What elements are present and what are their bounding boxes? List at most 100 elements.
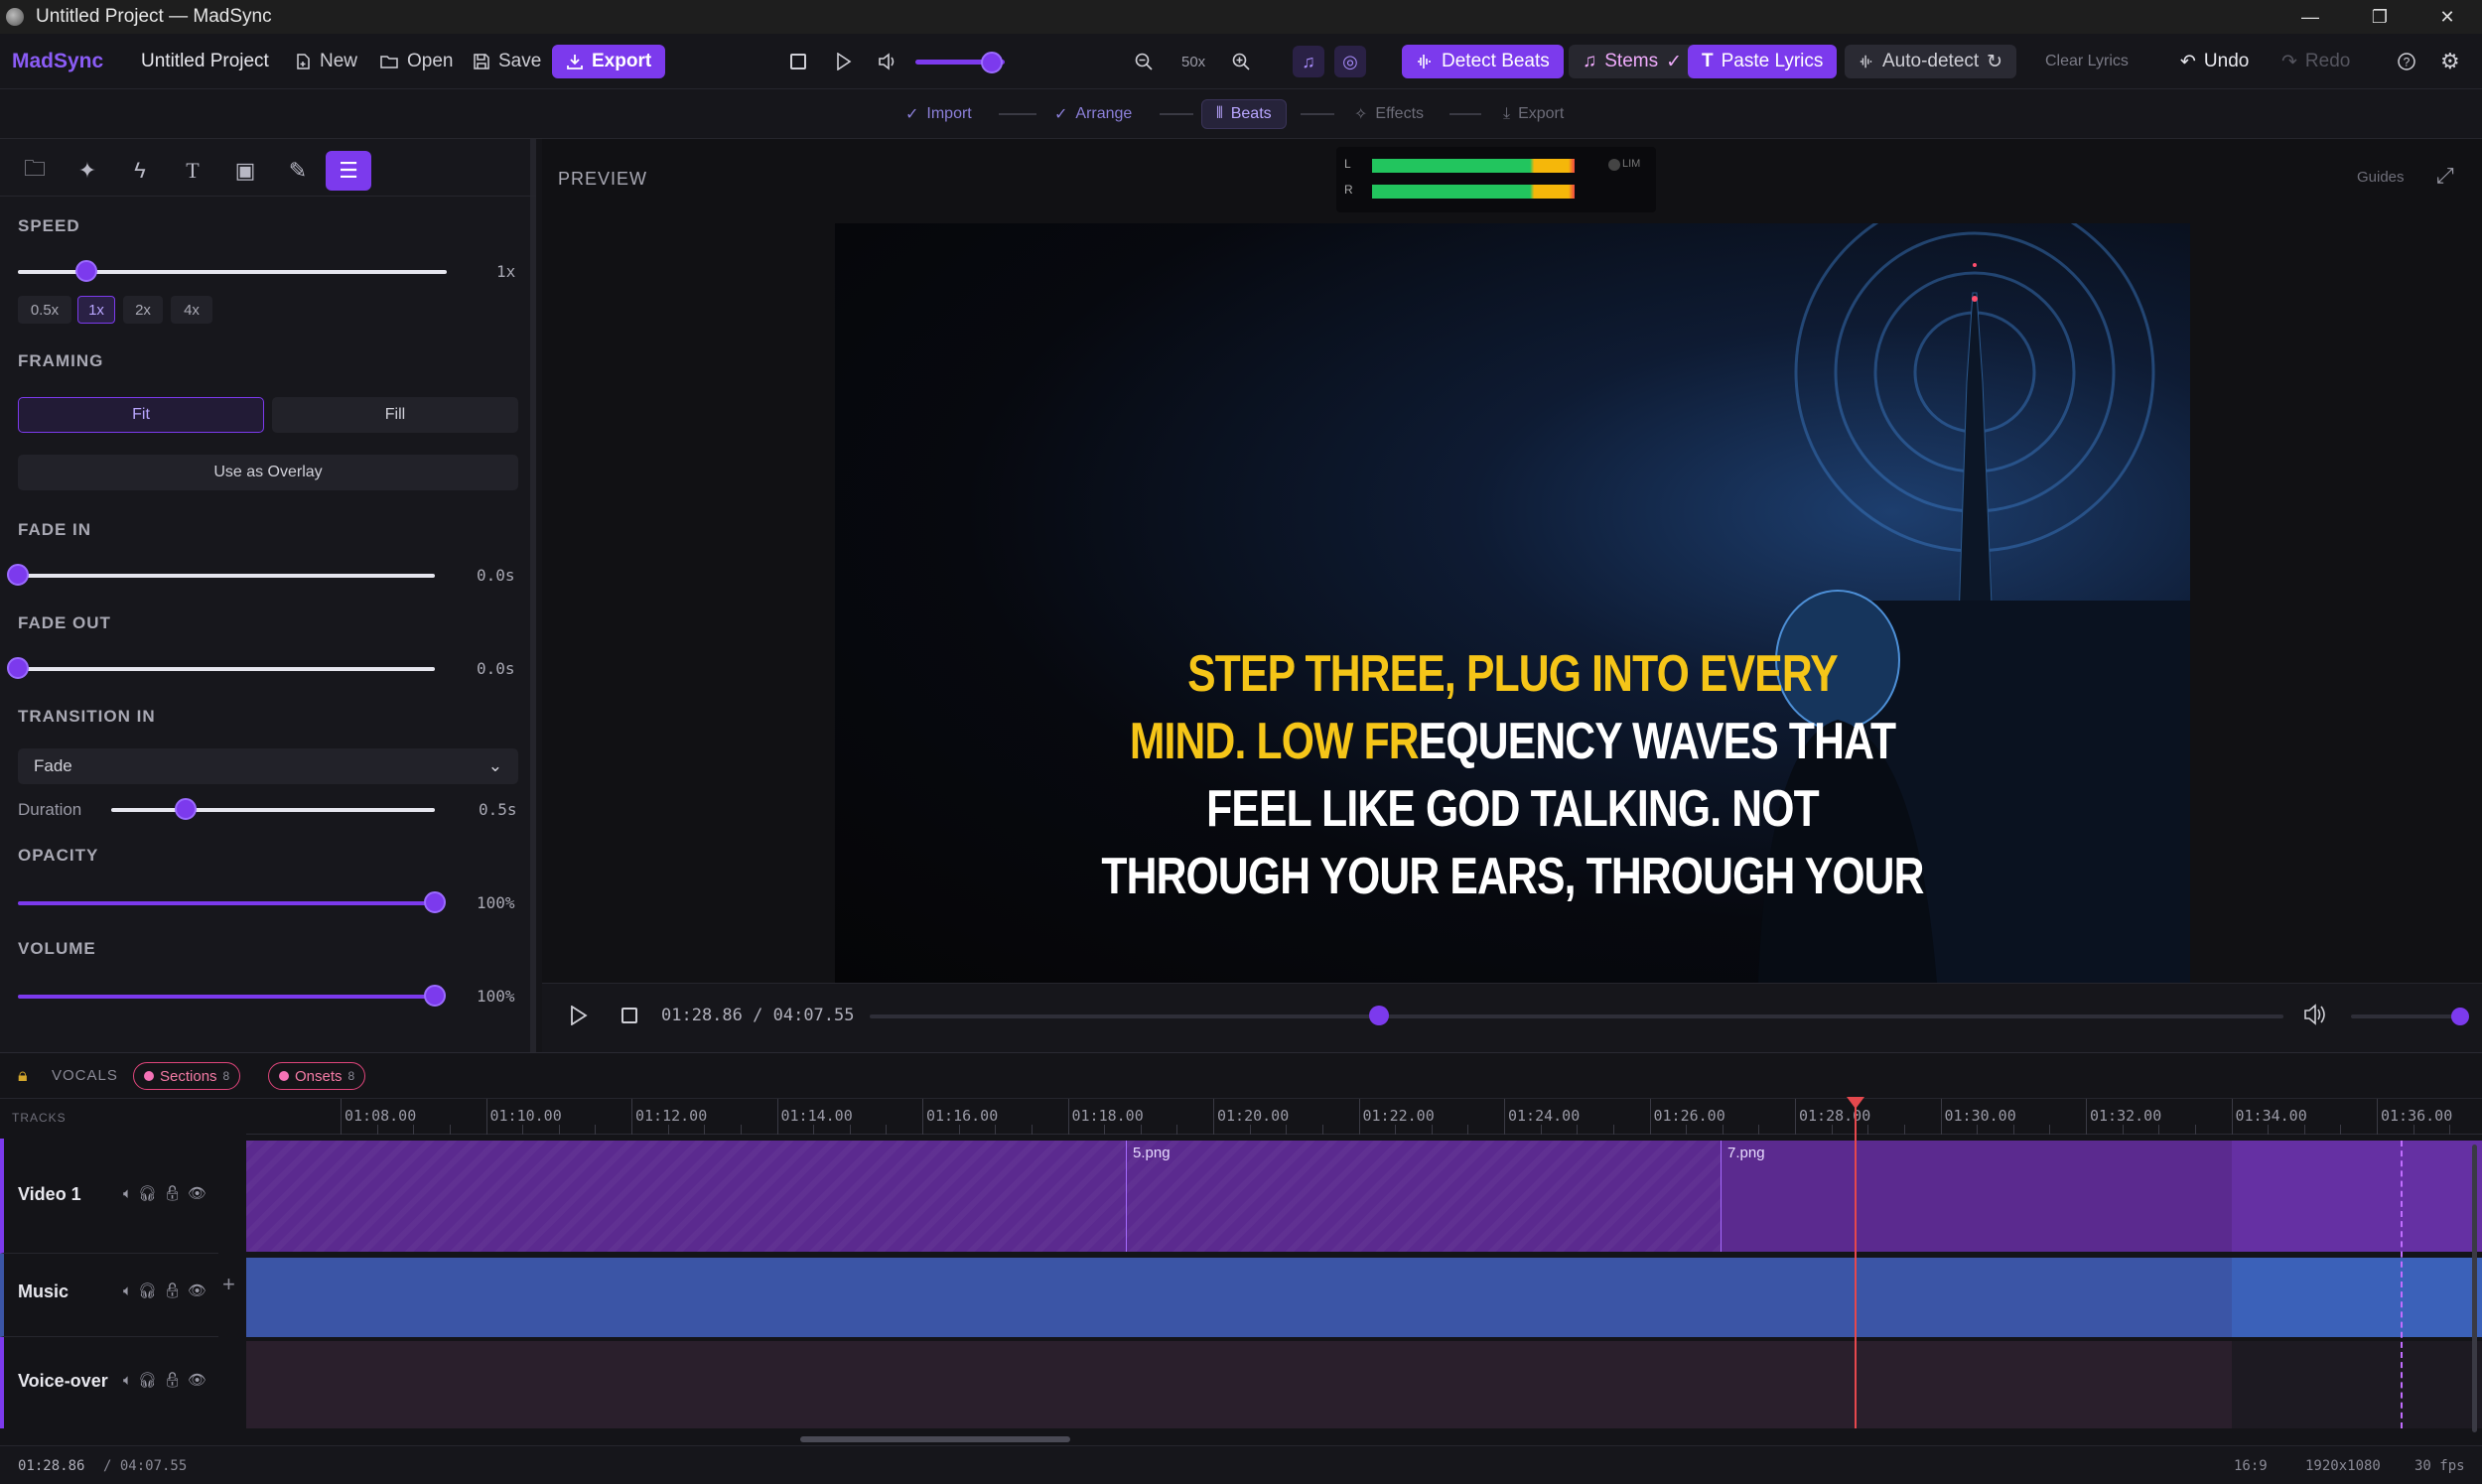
step-beats[interactable]: ⫴ Beats: [1201, 99, 1287, 129]
undo-button[interactable]: ↶ Undo: [2180, 34, 2249, 89]
speed-preset-4x[interactable]: 4x: [171, 296, 212, 324]
sections-toggle[interactable]: Sections 8: [133, 1062, 241, 1090]
track-controls[interactable]: 🔈︎🎧︎🔓︎👁︎: [123, 1371, 212, 1389]
fade-out-slider-knob[interactable]: [7, 657, 29, 679]
fade-in-slider-knob[interactable]: [7, 564, 29, 586]
speed-slider-knob[interactable]: [75, 260, 98, 282]
track-header-video-1[interactable]: Video 1 🔈︎🎧︎🔓︎👁︎: [0, 1139, 218, 1254]
radar-icon: ◎: [1342, 51, 1358, 71]
preview-volume-knob[interactable]: [2451, 1008, 2469, 1025]
fade-in-slider-track[interactable]: [18, 574, 435, 578]
ruler-minor-tick: [1431, 1125, 1433, 1135]
tab-media[interactable]: 🗀: [12, 151, 58, 191]
ruler-tick: [2086, 1099, 2087, 1135]
track-name: Music: [18, 1282, 69, 1301]
open-button[interactable]: Open: [379, 34, 453, 89]
detect-beats-button[interactable]: Detect Beats: [1402, 45, 1564, 78]
preview-volume-track[interactable]: [2351, 1014, 2460, 1018]
scrub-knob[interactable]: [1368, 1006, 1389, 1025]
ruler-minor-tick: [2268, 1125, 2270, 1135]
minimize-button[interactable]: —: [2275, 0, 2345, 34]
music-note-toggle[interactable]: ♫: [1293, 46, 1324, 77]
duration-slider-knob[interactable]: [174, 798, 197, 820]
speed-preset-1x[interactable]: 1x: [77, 296, 115, 324]
music-track-lane[interactable]: [246, 1258, 2482, 1337]
track-header-voice-over[interactable]: Voice-over 🔈︎🎧︎🔓︎👁︎: [0, 1337, 218, 1428]
preview-stop-button[interactable]: [621, 1008, 637, 1023]
guides-button[interactable]: Guides: [2357, 169, 2405, 186]
metronome-toggle[interactable]: ◎: [1334, 46, 1366, 77]
caption-line-4: THROUGH YOUR EARS, THROUGH YOUR: [957, 843, 2068, 910]
video-track-lane[interactable]: 5.png 7.png: [246, 1141, 2482, 1252]
onsets-toggle[interactable]: Onsets 8: [268, 1062, 366, 1090]
scrub-track[interactable]: [870, 1014, 2283, 1018]
time-ruler[interactable]: 01:08.00 01:10.00 01:12.00 01:14.00 01:16.00…: [246, 1099, 2482, 1135]
preview-volume-button[interactable]: [2303, 1004, 2327, 1030]
redo-button[interactable]: ↷ Redo: [2281, 34, 2350, 89]
track-controls[interactable]: 🔈︎🎧︎🔓︎👁︎: [123, 1282, 212, 1299]
loop-end-marker[interactable]: [2401, 1141, 2403, 1428]
video-clip-5-png[interactable]: 5.png: [1126, 1141, 1722, 1252]
playhead[interactable]: [1847, 1097, 1864, 1428]
video-clip[interactable]: [246, 1141, 1126, 1252]
auto-detect-button[interactable]: Auto-detect ↻: [1845, 45, 2017, 78]
save-button[interactable]: Save: [473, 34, 541, 89]
project-name[interactable]: Untitled Project: [141, 34, 269, 89]
framing-fill-button[interactable]: Fill: [272, 397, 518, 433]
fade-out-slider-track[interactable]: [18, 667, 435, 671]
tab-brush[interactable]: ✎: [275, 151, 321, 191]
framing-fit-button[interactable]: Fit: [18, 397, 264, 433]
new-button[interactable]: New: [294, 34, 357, 89]
opacity-slider-knob[interactable]: [424, 891, 446, 913]
tab-images[interactable]: ▣: [222, 151, 268, 191]
step-import[interactable]: ✓ Import: [905, 99, 972, 129]
tab-adjust[interactable]: ☰: [326, 151, 371, 191]
ruler-tick: [2231, 1099, 2233, 1135]
export-button[interactable]: Export: [552, 45, 666, 78]
playhead-handle[interactable]: [1847, 1097, 1864, 1109]
ruler-minor-tick: [995, 1125, 997, 1135]
use-as-overlay-button[interactable]: Use as Overlay: [18, 455, 518, 490]
vertical-scrollbar[interactable]: [2472, 1145, 2477, 1432]
voice-over-track-lane[interactable]: [246, 1341, 2482, 1428]
step-effects[interactable]: ✧ Effects: [1354, 99, 1424, 129]
volume-slider-knob[interactable]: [424, 985, 446, 1007]
stems-button[interactable]: ♫ Stems ✓: [1569, 45, 1697, 78]
current-time: 01:28.86: [661, 1006, 743, 1025]
opacity-slider-track[interactable]: [18, 901, 435, 905]
step-export[interactable]: ⤓ Export: [1503, 99, 1564, 129]
fullscreen-button[interactable]: ⤢: [2436, 163, 2454, 189]
preview-play-button[interactable]: [570, 1005, 588, 1030]
speaker-button[interactable]: [878, 34, 899, 89]
horizontal-scrollbar[interactable]: [800, 1436, 1070, 1442]
duration-slider-track[interactable]: [111, 808, 435, 812]
paste-lyrics-button[interactable]: T Paste Lyrics: [1688, 45, 1838, 78]
video-canvas[interactable]: STEP THREE, PLUG INTO EVERY MIND. LOW FR…: [835, 223, 2190, 983]
zoom-in-button[interactable]: [1231, 34, 1251, 89]
track-controls[interactable]: 🔈︎🎧︎🔓︎👁︎: [123, 1184, 212, 1202]
help-button[interactable]: ?: [2397, 34, 2416, 89]
status-bar: 01:28.86 / 04:07.55 16:9 1920x1080 30 fp…: [0, 1445, 2482, 1484]
speed-preset-2x[interactable]: 2x: [123, 296, 163, 324]
tab-text[interactable]: T: [170, 151, 215, 191]
transition-select[interactable]: Fade ⌄: [18, 748, 518, 784]
onsets-count: 8: [347, 1069, 355, 1083]
tab-effects[interactable]: ✦: [65, 151, 110, 191]
stop-button[interactable]: [790, 34, 806, 89]
zoom-out-button[interactable]: [1134, 34, 1154, 89]
speed-preset-0.5x[interactable]: 0.5x: [18, 296, 71, 324]
master-volume-knob[interactable]: [980, 52, 1003, 73]
play-button[interactable]: [836, 34, 852, 89]
step-arrange[interactable]: ✓ Arrange: [1054, 99, 1132, 129]
track-header-music[interactable]: Music 🔈︎🎧︎🔓︎👁︎: [0, 1254, 218, 1337]
add-track-button[interactable]: +: [222, 1272, 235, 1297]
close-button[interactable]: ✕: [2413, 0, 2482, 34]
volume-slider-track[interactable]: [18, 995, 435, 999]
lock-icon[interactable]: 🔒︎: [18, 1065, 28, 1086]
selection-overlay: [2232, 1258, 2482, 1337]
restore-button[interactable]: ❐: [2345, 0, 2414, 34]
settings-button[interactable]: ⚙: [2440, 34, 2460, 89]
tab-transitions[interactable]: ϟ: [117, 151, 163, 191]
ruler-minor-tick: [2413, 1125, 2414, 1135]
clear-lyrics-button[interactable]: Clear Lyrics: [2045, 34, 2129, 89]
